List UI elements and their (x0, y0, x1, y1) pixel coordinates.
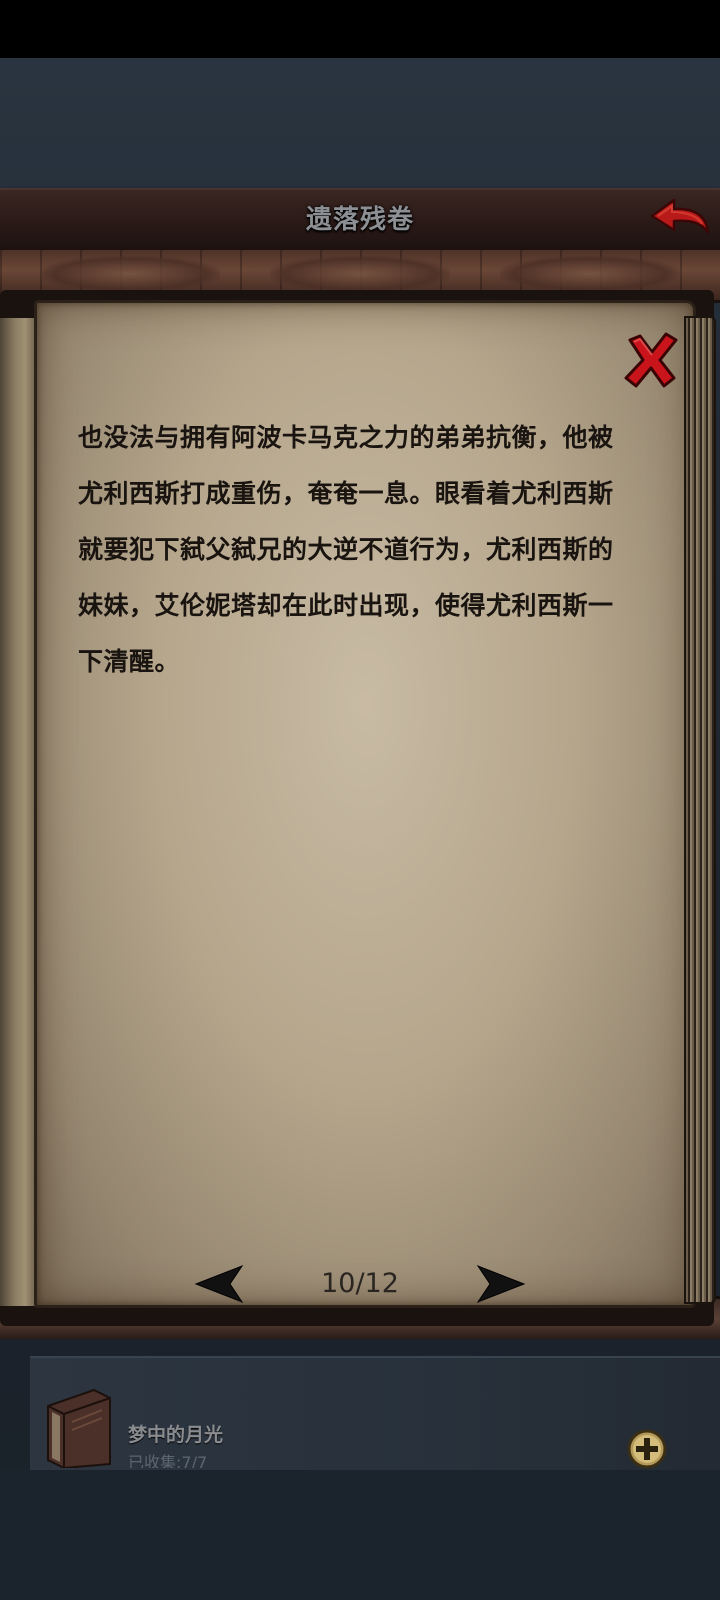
book-page-stack (684, 316, 716, 1304)
book-icon (42, 1372, 116, 1470)
lore-text: 也没法与拥有阿波卡马克之力的弟弟抗衡，他被尤利西斯打成重伤，奄奄一息。眼看着尤利… (78, 423, 614, 676)
back-arrow-icon (650, 198, 710, 234)
next-arrow-icon (476, 1264, 526, 1304)
add-button[interactable] (626, 1428, 668, 1470)
close-button[interactable] (622, 330, 680, 390)
frame-ornament (270, 256, 450, 292)
back-button[interactable] (648, 196, 712, 240)
page-counter: 10/12 (321, 1268, 399, 1299)
plus-circle-icon (627, 1429, 667, 1469)
status-bar-area (0, 0, 720, 58)
page-title: 遗落残卷 (305, 205, 414, 235)
frame-ornament (40, 256, 220, 292)
pager: 10/12 (190, 1262, 530, 1308)
close-x-icon (624, 332, 678, 388)
book-left-edge (0, 318, 38, 1306)
collection-name: 梦中的月光 (128, 1424, 224, 1446)
prev-arrow-icon (194, 1264, 244, 1304)
frame-ornament (500, 256, 680, 292)
bottom-area (0, 1468, 720, 1600)
next-page-button[interactable] (474, 1262, 526, 1306)
collection-status: 已收集:7/7 (128, 1453, 208, 1468)
prev-page-button[interactable] (194, 1262, 246, 1306)
